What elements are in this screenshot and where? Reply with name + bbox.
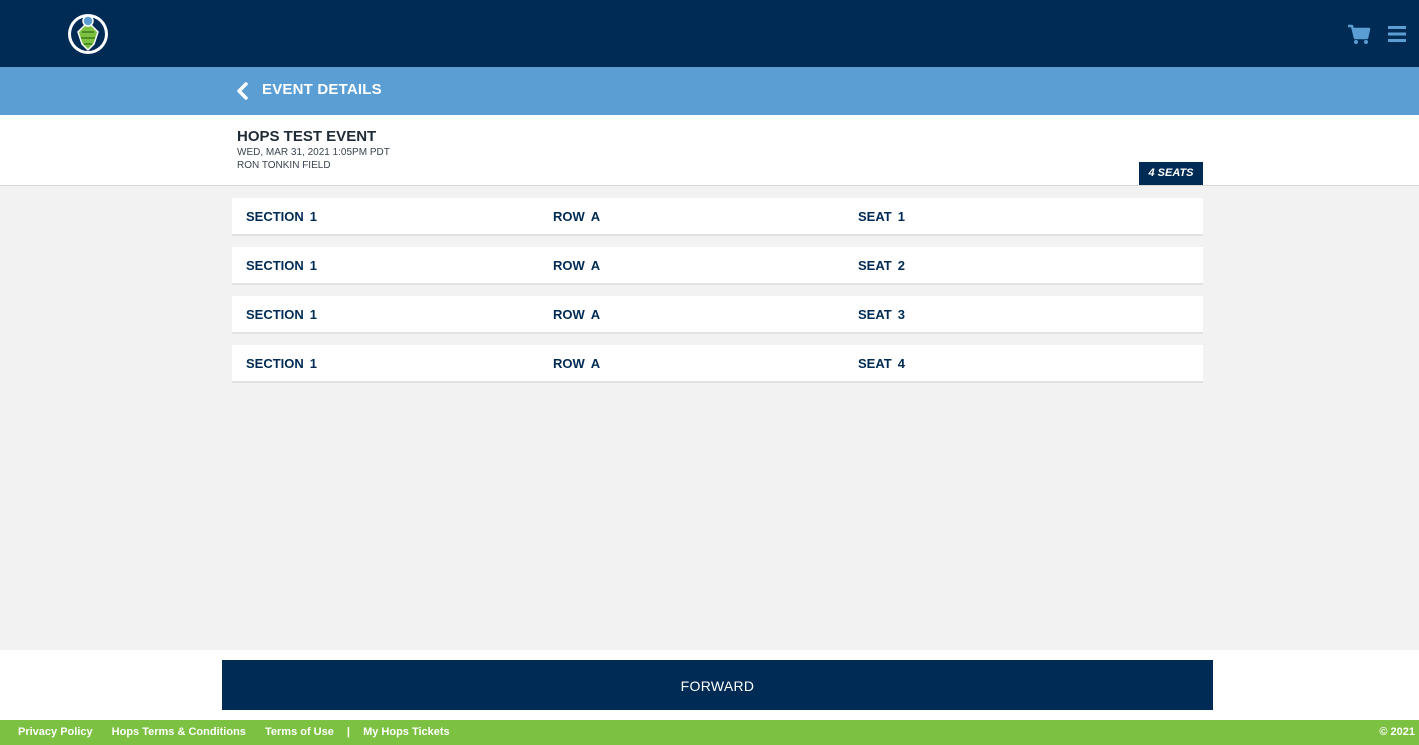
ticket-list-area: SECTION 1 ROW A SEAT 1 SECTION 1 ROW A SEAT 2 … xyxy=(0,186,1419,650)
seat-label: SEAT xyxy=(858,307,892,322)
row-label: ROW xyxy=(553,356,585,371)
hamburger-menu-icon[interactable] xyxy=(1387,24,1407,44)
seat-cell: SEAT 3 xyxy=(858,307,905,322)
section-label: SECTION xyxy=(246,209,304,224)
copyright-text: © 2021 xyxy=(1379,726,1415,738)
section-value: 1 xyxy=(309,356,318,371)
event-date: WED, MAR 31, 2021 1:05PM PDT xyxy=(237,147,390,158)
top-nav-bar xyxy=(0,0,1419,67)
section-value: 1 xyxy=(309,258,318,273)
ticket-row[interactable]: SECTION 1 ROW A SEAT 3 xyxy=(232,296,1203,334)
seat-cell: SEAT 4 xyxy=(858,356,905,371)
event-info-panel: HOPS TEST EVENT WED, MAR 31, 2021 1:05PM… xyxy=(0,115,1419,186)
section-cell: SECTION 1 xyxy=(246,209,317,224)
seat-label: SEAT xyxy=(858,356,892,371)
my-hops-tickets-link[interactable]: My Hops Tickets xyxy=(363,726,450,738)
section-cell: SECTION 1 xyxy=(246,258,317,273)
section-label: SECTION xyxy=(246,258,304,273)
seat-cell: SEAT 1 xyxy=(858,209,905,224)
event-name: HOPS TEST EVENT xyxy=(237,128,377,145)
page-title: EVENT DETAILS xyxy=(262,81,382,98)
forward-button[interactable]: FORWARD xyxy=(222,660,1213,710)
section-label: SECTION xyxy=(246,356,304,371)
row-value: A xyxy=(590,209,601,224)
cart-icon[interactable] xyxy=(1347,24,1371,46)
footer-links: Privacy Policy Hops Terms & Conditions T… xyxy=(18,726,466,738)
terms-of-use-link[interactable]: Terms of Use xyxy=(265,726,334,738)
hops-terms-link[interactable]: Hops Terms & Conditions xyxy=(112,726,246,738)
seat-value: 1 xyxy=(897,209,905,224)
row-cell: ROW A xyxy=(553,307,600,322)
section-value: 1 xyxy=(309,209,318,224)
hops-logo-icon[interactable] xyxy=(64,10,112,58)
seats-count-badge: 4 SEATS xyxy=(1139,162,1203,185)
ticket-row[interactable]: SECTION 1 ROW A SEAT 2 xyxy=(232,247,1203,285)
action-area: FORWARD xyxy=(0,650,1419,720)
seat-label: SEAT xyxy=(858,258,892,273)
row-value: A xyxy=(590,356,601,371)
back-chevron-icon[interactable] xyxy=(233,81,253,101)
ticket-row[interactable]: SECTION 1 ROW A SEAT 4 xyxy=(232,345,1203,383)
row-cell: ROW A xyxy=(553,209,600,224)
seat-value: 4 xyxy=(897,356,905,371)
privacy-policy-link[interactable]: Privacy Policy xyxy=(18,726,93,738)
section-value: 1 xyxy=(309,307,318,322)
section-cell: SECTION 1 xyxy=(246,356,317,371)
row-label: ROW xyxy=(553,209,585,224)
seat-cell: SEAT 2 xyxy=(858,258,905,273)
row-label: ROW xyxy=(553,258,585,273)
seat-value: 2 xyxy=(897,258,905,273)
row-value: A xyxy=(590,258,601,273)
row-cell: ROW A xyxy=(553,258,600,273)
footer-separator: | xyxy=(346,726,350,738)
ticket-row[interactable]: SECTION 1 ROW A SEAT 1 xyxy=(232,198,1203,236)
row-cell: ROW A xyxy=(553,356,600,371)
seat-value: 3 xyxy=(897,307,905,322)
row-label: ROW xyxy=(553,307,585,322)
footer-bar: Privacy Policy Hops Terms & Conditions T… xyxy=(0,720,1419,745)
row-value: A xyxy=(590,307,601,322)
section-label: SECTION xyxy=(246,307,304,322)
seat-label: SEAT xyxy=(858,209,892,224)
subheader-bar: EVENT DETAILS xyxy=(0,67,1419,115)
section-cell: SECTION 1 xyxy=(246,307,317,322)
event-venue: RON TONKIN FIELD xyxy=(237,160,331,171)
